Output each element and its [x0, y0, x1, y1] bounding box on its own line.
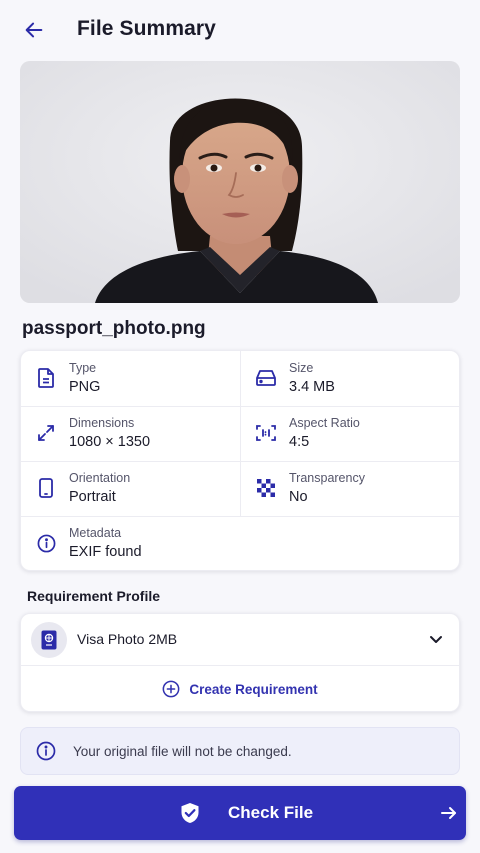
- detail-size: Size 3.4 MB: [241, 351, 459, 406]
- detail-dimensions: Dimensions 1080 × 1350: [21, 406, 240, 461]
- detail-type: Type PNG: [21, 351, 240, 406]
- detail-label: Size: [289, 361, 314, 375]
- check-file-label: Check File: [228, 803, 314, 822]
- create-requirement-label: Create Requirement: [189, 681, 318, 697]
- detail-metadata: Metadata EXIF found: [21, 516, 459, 571]
- detail-label: Transparency: [289, 471, 365, 485]
- arrow-left-icon: [25, 22, 43, 38]
- plus-circle-icon: [162, 680, 180, 698]
- info-icon: [36, 741, 56, 761]
- file-name: passport_photo.png: [22, 318, 206, 339]
- detail-value: PNG: [69, 379, 101, 395]
- requirement-profile-select[interactable]: Visa Photo 2MB: [21, 614, 459, 665]
- requirement-section-label: Requirement Profile: [27, 588, 161, 604]
- photo-preview: [20, 61, 460, 303]
- expand-arrows-icon: [36, 423, 56, 443]
- column-divider: [240, 351, 241, 516]
- checkerboard-icon: [256, 478, 276, 498]
- app-header: File Summary: [0, 0, 480, 60]
- detail-label: Metadata: [69, 526, 122, 540]
- phone-portrait-icon: [36, 478, 56, 498]
- detail-aspect-ratio: Aspect Ratio 4:5: [241, 406, 459, 461]
- file-icon: [36, 368, 56, 388]
- arrow-right-icon: [441, 807, 456, 819]
- chevron-down-icon: [430, 636, 442, 643]
- detail-value: Portrait: [69, 489, 116, 505]
- detail-label: Type: [69, 361, 97, 375]
- check-file-button[interactable]: Check File: [14, 786, 466, 840]
- detail-value: No: [289, 489, 308, 505]
- detail-value: 3.4 MB: [289, 379, 335, 395]
- detail-orientation: Orientation Portrait: [21, 461, 240, 516]
- notice-text: Your original file will not be changed.: [73, 744, 292, 759]
- shield-check-icon: [181, 803, 199, 823]
- detail-transparency: Transparency No: [241, 461, 459, 516]
- detail-label: Aspect Ratio: [289, 416, 360, 430]
- storage-drive-icon: [256, 368, 276, 388]
- requirement-profile-card: Visa Photo 2MB Create Requirement: [20, 613, 460, 712]
- aspect-ratio-icon: [256, 423, 276, 443]
- create-requirement-button[interactable]: Create Requirement: [21, 666, 459, 712]
- portrait-photo: [20, 61, 460, 303]
- detail-value: 1080 × 1350: [69, 434, 151, 450]
- file-details-card: Type PNG Size 3.4 MB Dimensions 1080 × 1…: [20, 350, 460, 571]
- detail-label: Orientation: [69, 471, 131, 485]
- selected-profile-name: Visa Photo 2MB: [77, 631, 178, 647]
- info-icon: [36, 533, 56, 553]
- back-button[interactable]: [20, 16, 48, 44]
- passport-icon: [31, 622, 67, 658]
- detail-label: Dimensions: [69, 416, 135, 430]
- detail-value: 4:5: [289, 434, 310, 450]
- detail-value: EXIF found: [69, 544, 142, 560]
- page-title: File Summary: [77, 17, 216, 40]
- info-notice: Your original file will not be changed.: [20, 727, 460, 775]
